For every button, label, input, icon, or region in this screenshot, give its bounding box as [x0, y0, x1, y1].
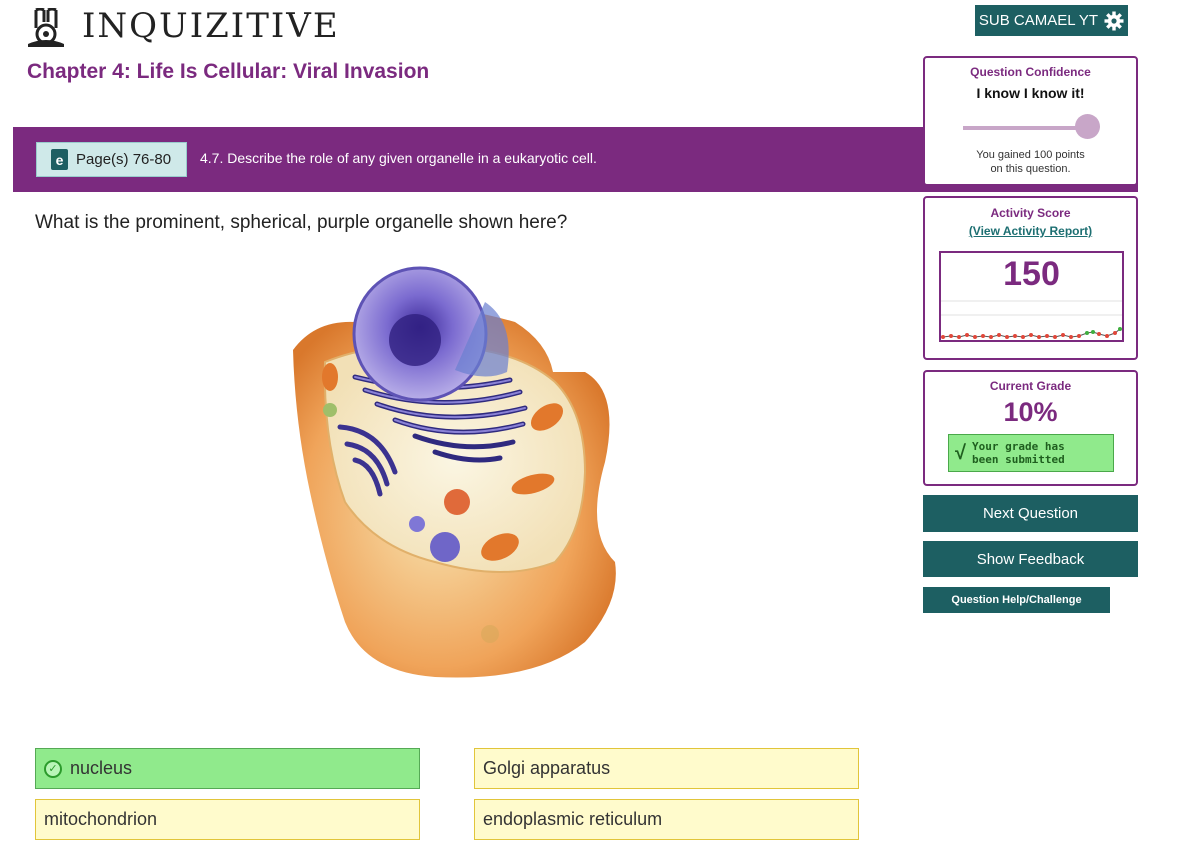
- answer-label: nucleus: [70, 758, 133, 778]
- answer-label: endoplasmic reticulum: [483, 809, 663, 829]
- answer-option-mitochondrion[interactable]: mitochondrion: [35, 799, 420, 840]
- next-question-button[interactable]: Next Question: [923, 495, 1138, 532]
- confidence-message: You gained 100 points on this question.: [925, 148, 1136, 176]
- activity-score-panel: Activity Score (View Activity Report) 15…: [923, 196, 1138, 360]
- current-grade-title: Current Grade: [989, 379, 1072, 393]
- answer-label: Golgi apparatus: [483, 758, 611, 778]
- grade-submitted-text: Your grade has been submitted: [972, 440, 1065, 466]
- current-grade-panel: Current Grade 10% √ Your grade has been …: [923, 370, 1138, 486]
- answer-option-er[interactable]: endoplasmic reticulum: [474, 799, 859, 840]
- current-grade-value: 10%: [1003, 397, 1058, 427]
- question-help-challenge-button[interactable]: Question Help/Challenge: [923, 587, 1110, 613]
- answer-option-golgi[interactable]: Golgi apparatus: [474, 748, 859, 789]
- answer-option-nucleus[interactable]: ✓ nucleus: [35, 748, 420, 789]
- confidence-level-label: I know I know it!: [976, 85, 1085, 101]
- correct-check-icon: ✓: [44, 759, 62, 778]
- app-logo-text: INQUIZITIVE: [82, 6, 340, 46]
- question-prompt: What is the prominent, spherical, purple…: [35, 212, 568, 233]
- answer-label: mitochondrion: [44, 809, 158, 829]
- user-name: SUB CAMAEL YT: [978, 12, 1099, 29]
- score-display: 150: [939, 251, 1124, 342]
- activity-score-title: Activity Score: [990, 206, 1071, 220]
- inquizitive-logo-icon: [28, 8, 64, 47]
- ebook-pages-label: Page(s) 76-80: [76, 151, 172, 168]
- grade-submitted-line: Your grade has: [971, 440, 1065, 453]
- confidence-slider-handle[interactable]: [1074, 114, 1100, 139]
- user-menu-button[interactable]: SUB CAMAEL YT: [975, 5, 1128, 36]
- chapter-title: Chapter 4: Life Is Cellular: Viral Invas…: [27, 60, 430, 83]
- question-confidence-panel: Question Confidence I know I know it! Yo…: [923, 56, 1138, 186]
- eukaryotic-cell-illustration: [293, 266, 616, 678]
- learning-objective-text: 4.7. Describe the role of any given orga…: [200, 150, 597, 166]
- view-activity-report-link[interactable]: (View Activity Report): [925, 224, 1136, 238]
- ebook-icon: e: [51, 149, 68, 170]
- show-feedback-button[interactable]: Show Feedback: [923, 541, 1138, 577]
- score-sparkline: [941, 300, 1122, 339]
- ebook-pages-button[interactable]: e Page(s) 76-80: [36, 142, 187, 177]
- grade-submitted-badge: √ Your grade has been submitted: [948, 434, 1114, 472]
- gear-icon: [1104, 11, 1124, 30]
- confidence-slider-track[interactable]: [963, 126, 1087, 130]
- checkmark-icon: √: [955, 441, 966, 464]
- grade-submitted-line: been submitted: [971, 453, 1065, 466]
- confidence-message-line: You gained 100 points: [976, 149, 1085, 161]
- confidence-title: Question Confidence: [970, 65, 1091, 79]
- confidence-message-line: on this question.: [990, 163, 1071, 175]
